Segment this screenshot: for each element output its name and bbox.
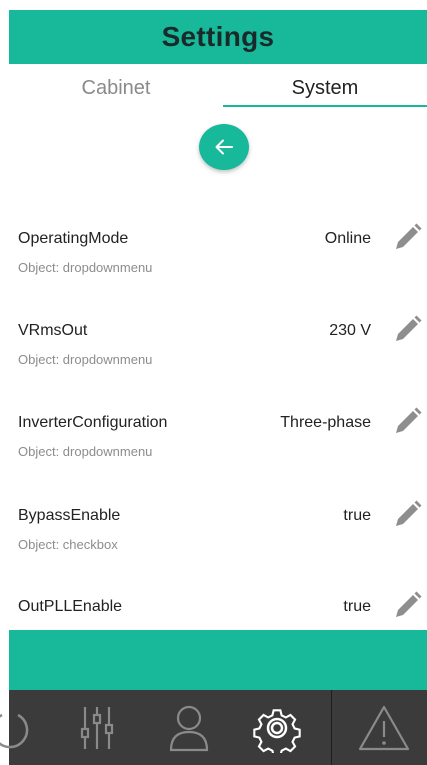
pencil-icon[interactable] <box>390 405 424 439</box>
setting-value: true <box>343 598 371 615</box>
setting-name: InverterConfiguration <box>18 414 168 431</box>
active-tab-indicator <box>223 105 427 107</box>
tab-cabinet[interactable]: Cabinet <box>9 70 223 106</box>
setting-value: 230 V <box>329 322 371 339</box>
bottom-navigation <box>0 690 427 765</box>
back-button[interactable] <box>199 124 249 170</box>
setting-value: Three-phase <box>280 414 371 431</box>
power-icon <box>0 713 29 748</box>
nav-settings[interactable] <box>244 690 309 765</box>
warning-icon <box>358 705 410 750</box>
page-title: Settings <box>161 21 275 52</box>
pencil-icon[interactable] <box>390 498 424 532</box>
pencil-icon[interactable] <box>390 313 424 347</box>
nav-alarms[interactable] <box>349 690 419 765</box>
tab-bar: Cabinet System <box>9 64 427 108</box>
setting-row-vrms-out: VRmsOut Object: dropdownmenu 230 V <box>0 315 427 412</box>
nav-power[interactable] <box>0 690 35 765</box>
setting-value: Online <box>324 230 371 247</box>
setting-name: OperatingMode <box>18 230 129 247</box>
footer-accent-bar <box>9 630 427 690</box>
sliders-icon <box>80 706 114 749</box>
header-bar: Settings <box>9 10 427 64</box>
pencil-icon[interactable] <box>390 221 424 255</box>
nav-divider <box>331 690 332 765</box>
setting-object-type: Object: dropdownmenu <box>18 444 153 459</box>
arrow-left-icon <box>215 139 233 155</box>
setting-row-operating-mode: OperatingMode Object: dropdownmenu Onlin… <box>0 223 427 320</box>
nav-user[interactable] <box>159 690 219 765</box>
setting-object-type: Object: dropdownmenu <box>18 352 153 367</box>
setting-name: BypassEnable <box>18 507 121 524</box>
setting-name: VRmsOut <box>18 322 88 339</box>
setting-object-type: Object: checkbox <box>18 537 118 552</box>
gear-icon <box>252 708 301 753</box>
pencil-icon[interactable] <box>390 589 424 623</box>
setting-row-bypass-enable: BypassEnable Object: checkbox true <box>0 500 427 597</box>
setting-object-type: Object: dropdownmenu <box>18 260 153 275</box>
setting-row-out-pll-enable: OutPLLEnable true <box>0 591 427 630</box>
tab-system[interactable]: System <box>223 70 427 106</box>
nav-controls[interactable] <box>69 690 129 765</box>
setting-value: true <box>343 507 371 524</box>
setting-name: OutPLLEnable <box>18 598 123 615</box>
setting-row-inverter-configuration: InverterConfiguration Object: dropdownme… <box>0 407 427 504</box>
user-icon <box>169 705 209 751</box>
